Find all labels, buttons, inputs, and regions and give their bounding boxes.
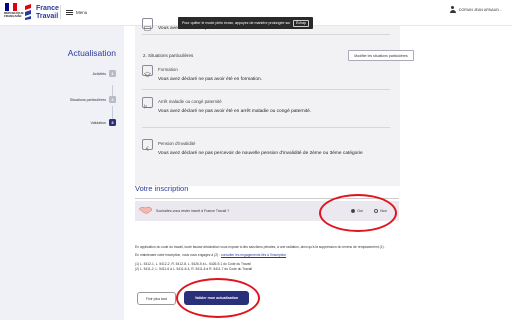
section-title: 2. Situations particulières [143,53,194,58]
radio-selected-dot [352,210,355,213]
menu-button[interactable]: Menu [66,7,87,17]
fullscreen-exit-tooltip: Pour quitter le mode plein écran, appuye… [178,17,313,29]
summary-item-title: Pension d'invalidité [158,141,196,146]
summary-item-title: Formation [158,67,178,72]
radio-non-control[interactable] [374,209,379,214]
inscription-question: Souhaitez-vous rester inscrit à France T… [156,209,230,213]
commitments-link[interactable]: consulter les engagements liés à l'inscr… [221,253,286,257]
summary-item-desc: Vous avez déclaré ne pas avoir été en ar… [158,109,312,114]
brand-name[interactable]: France Travail [36,5,59,21]
step-number: 1 [109,70,116,77]
euro-icon: € [142,139,153,152]
modify-situations-button[interactable]: Modifier les situations particulières [348,50,414,61]
radio-oui[interactable]: Oui [351,209,363,214]
step-connector [112,106,113,119]
main-content: Vous avez déclaré ne pas avoir eu d'arrê… [124,18,512,320]
legal-commitment-text: En maintenant votre inscription, vous vo… [135,253,221,257]
step-number: 2 [109,96,116,103]
user-account-button[interactable]: DORIAN JEAN ARNAUD... [449,6,502,13]
french-flag-icon [5,3,17,11]
menu-label: Menu [76,9,88,15]
summary-item-desc: Vous avez déclaré ne pas percevoir de no… [158,151,363,156]
brand-line-2: Travail [36,13,59,20]
svg-text:€: € [146,146,149,152]
radio-oui-label: Oui [357,209,363,214]
finish-later-button[interactable]: Finir plus tard [137,292,176,305]
france-travail-logo-icon [25,4,31,20]
legal-commitment: En maintenant votre inscription, vous vo… [135,253,405,257]
step-label: Situations particulières [69,97,106,102]
user-icon [449,6,456,13]
inscription-question-panel: Souhaitez-vous rester inscrit à France T… [135,201,399,221]
divider [142,127,390,128]
bed-icon [142,97,153,109]
briefcase-icon [142,18,153,31]
fullscreen-tip-message: Pour quitter le mode plein écran, appuye… [182,21,291,25]
radio-oui-control[interactable] [351,209,356,214]
step-activites[interactable]: Activités 1 [93,70,116,77]
submit-actualisation-button[interactable]: Valider mon actualisation [184,291,249,305]
legal-warning: En application du code du travail, toute… [135,245,385,249]
hamburger-icon [66,9,73,15]
summary-item-desc: Vous avez déclaré ne pas avoir été en fo… [158,77,262,82]
divider [135,198,399,199]
radio-non[interactable]: Non [374,209,387,214]
step-validation[interactable]: Validation 3 [90,119,116,126]
legal-reference-1: (1) L. 5412-1, L. 5412-2, R. 5412-8, L. … [135,262,251,266]
divider [142,89,390,90]
user-name: DORIAN JEAN ARNAUD... [458,7,502,12]
inscription-heading: Votre inscription [135,184,189,193]
summary-item-title: Arrêt maladie ou congé paternité [158,99,222,104]
step-label: Activités [92,71,106,76]
graduation-cap-icon [142,65,153,77]
step-number: 3 [109,119,116,126]
handshake-icon [138,206,153,214]
header-separator [60,5,61,19]
step-label: Validation [90,120,106,125]
step-situations-particulieres[interactable]: Situations particulières 2 [70,96,116,103]
progress-sidebar: Actualisation Activités 1 Situations par… [0,26,124,320]
brand-line-1: France [36,5,59,12]
divider [142,34,390,35]
sidebar-title: Actualisation [67,48,116,58]
legal-reference-2: (2) L. 5411-2, L. 5411-6 à L. 5411-6-4, … [135,267,252,271]
republic-label: RÉPUBLIQUE FRANÇAISE [4,11,24,19]
escape-key-label: Échap [293,19,309,27]
radio-non-label: Non [380,209,387,214]
